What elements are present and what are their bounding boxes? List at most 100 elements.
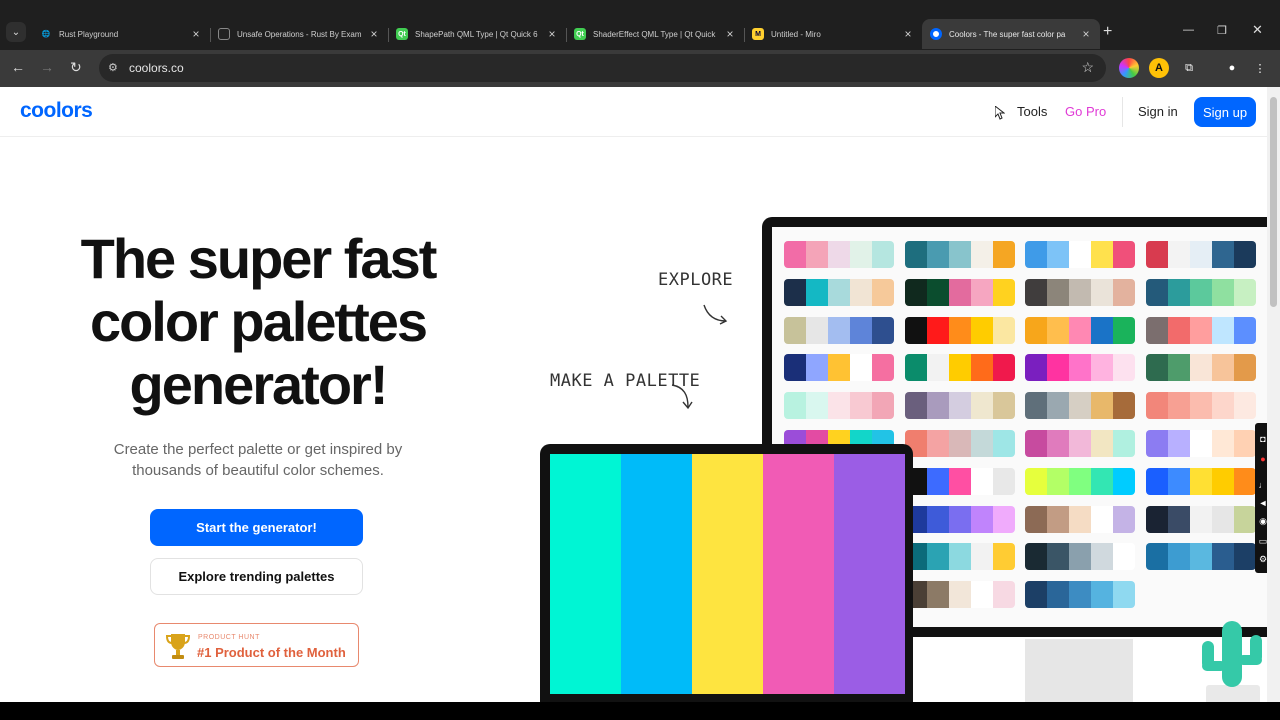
browser-chrome: ⌄ 🌐 Rust Playground × Unsafe Operations … [0, 0, 1280, 87]
palette-card [1025, 505, 1135, 533]
coolors-icon [930, 28, 942, 40]
color-extension-icon[interactable] [1119, 58, 1139, 78]
record-icon[interactable]: ● [1257, 453, 1267, 465]
close-icon[interactable]: × [1080, 27, 1092, 41]
webcam-icon[interactable]: ◉ [1257, 515, 1267, 527]
nav-go-pro-link[interactable]: Go Pro [1065, 104, 1106, 119]
palette-card [1025, 354, 1135, 382]
tab-rust-playground[interactable]: 🌐 Rust Playground × [32, 19, 210, 49]
palette-swatch [1091, 354, 1113, 382]
tab-shadereffect[interactable]: Qt ShaderEffect QML Type | Qt Quick × [566, 19, 744, 49]
close-window-icon[interactable]: ✕ [1252, 22, 1263, 38]
speaker-icon[interactable]: ◄ [1257, 497, 1267, 509]
palette-swatch [926, 392, 949, 420]
palette-swatch [1167, 278, 1190, 306]
palette-swatch [1047, 316, 1069, 344]
browser-toolbar: ← → ↻ ⚙ coolors.co ☆ A ⧉ ● ⋮ [0, 50, 1280, 87]
palette-card [1145, 467, 1256, 495]
nav-divider [1122, 97, 1123, 127]
extensions-puzzle-icon[interactable]: ⧉ [1179, 58, 1199, 78]
palette-swatch [1233, 392, 1256, 420]
sign-in-link[interactable]: Sign in [1138, 104, 1178, 119]
palette-swatch [1025, 505, 1047, 533]
badge-text: #1 Product of the Month [197, 645, 346, 660]
menu-kebab-icon[interactable]: ⋮ [1250, 58, 1270, 78]
palette-swatch [1233, 467, 1256, 495]
tab-unsafe-operations[interactable]: Unsafe Operations - Rust By Exam × [210, 19, 388, 49]
folder-icon[interactable]: ▭ [1257, 535, 1267, 547]
settings-gear-icon[interactable]: ⚙ [1257, 553, 1267, 565]
minimize-icon[interactable]: — [1183, 24, 1194, 36]
tab-search-icon[interactable]: ⌄ [6, 22, 26, 42]
start-generator-button[interactable]: Start the generator! [150, 509, 363, 546]
tab-miro[interactable]: M Untitled - Miro × [744, 19, 922, 49]
tab-strip: ⌄ 🌐 Rust Playground × Unsafe Operations … [0, 16, 1280, 50]
close-icon[interactable]: × [190, 27, 202, 41]
reload-icon[interactable]: ↻ [70, 59, 82, 76]
sign-up-button[interactable]: Sign up [1194, 97, 1256, 127]
palette-swatch [1025, 392, 1047, 420]
coolors-logo[interactable]: coolors [20, 99, 93, 123]
trophy-icon [165, 634, 191, 659]
url-text[interactable]: coolors.co [129, 61, 184, 75]
forward-icon[interactable]: → [40, 59, 54, 75]
scrollbar-thumb[interactable] [1270, 97, 1277, 307]
palette-swatch [828, 354, 850, 382]
palette-swatch [992, 354, 1015, 382]
camera-icon[interactable]: ◘ [1257, 433, 1267, 445]
palette-swatch [1047, 430, 1069, 457]
new-tab-icon[interactable]: + [1103, 23, 1112, 41]
cactus-icon [1202, 621, 1262, 702]
address-bar[interactable]: ⚙ coolors.co ☆ [99, 54, 1106, 82]
palette-swatch [1025, 278, 1047, 306]
palette-swatch [992, 316, 1015, 344]
page-scrollbar[interactable] [1267, 87, 1280, 702]
palette-swatch [948, 543, 971, 571]
microphone-icon[interactable]: ♩ [1257, 479, 1268, 491]
palette-card [1145, 392, 1256, 420]
profile-extension-icon[interactable]: A [1149, 58, 1169, 78]
site-settings-icon[interactable]: ⚙ [108, 61, 118, 74]
profile-icon[interactable]: ● [1222, 58, 1242, 78]
palette-swatch [1145, 316, 1168, 344]
palette-swatch [1069, 316, 1091, 344]
close-icon[interactable]: × [724, 27, 736, 41]
palette-swatch [1091, 278, 1113, 306]
palette-card [1145, 543, 1256, 571]
product-hunt-badge[interactable]: PRODUCT HUNT #1 Product of the Month [154, 623, 359, 667]
palette-swatch [1167, 392, 1190, 420]
palette-swatch [872, 241, 894, 268]
palette-swatch [1189, 430, 1212, 457]
explore-palettes-button[interactable]: Explore trending palettes [150, 558, 363, 595]
restore-icon[interactable]: ❐ [1217, 24, 1227, 37]
palette-swatch [806, 354, 828, 382]
back-icon[interactable]: ← [11, 59, 25, 75]
close-icon[interactable]: × [546, 27, 558, 41]
palette-swatch [806, 316, 828, 344]
close-icon[interactable]: × [368, 27, 380, 41]
palette-swatch [1069, 278, 1091, 306]
palette-swatch [850, 278, 872, 306]
site-header: coolors Tools Go Pro Sign in Sign up [0, 87, 1267, 137]
bookmark-star-icon[interactable]: ☆ [1081, 59, 1094, 76]
explore-annotation: EXPLORE [658, 270, 734, 290]
palette-swatch [1069, 505, 1091, 533]
tab-shapepath[interactable]: Qt ShapePath QML Type | Qt Quick 6 × [388, 19, 566, 49]
palette-swatch [1145, 467, 1168, 495]
palette-card [904, 581, 1015, 609]
palette-swatch [970, 430, 993, 457]
palette-swatch [1145, 543, 1168, 571]
tab-title: Coolors - The super fast color pa [949, 29, 1066, 39]
palette-card [904, 392, 1015, 420]
close-icon[interactable]: × [902, 27, 914, 41]
palette-card [1145, 430, 1256, 457]
palette-card [1025, 278, 1135, 306]
page-content: coolors Tools Go Pro Sign in Sign up The… [0, 87, 1267, 702]
palette-card [1145, 505, 1256, 533]
hero-title-line: generator! [129, 353, 389, 416]
nav-tools-link[interactable]: Tools [1017, 104, 1047, 119]
palette-swatch [992, 581, 1015, 609]
palette-swatch [850, 392, 872, 420]
tab-coolors[interactable]: Coolors - The super fast color pa × [922, 19, 1100, 49]
palette-swatch [850, 354, 872, 382]
